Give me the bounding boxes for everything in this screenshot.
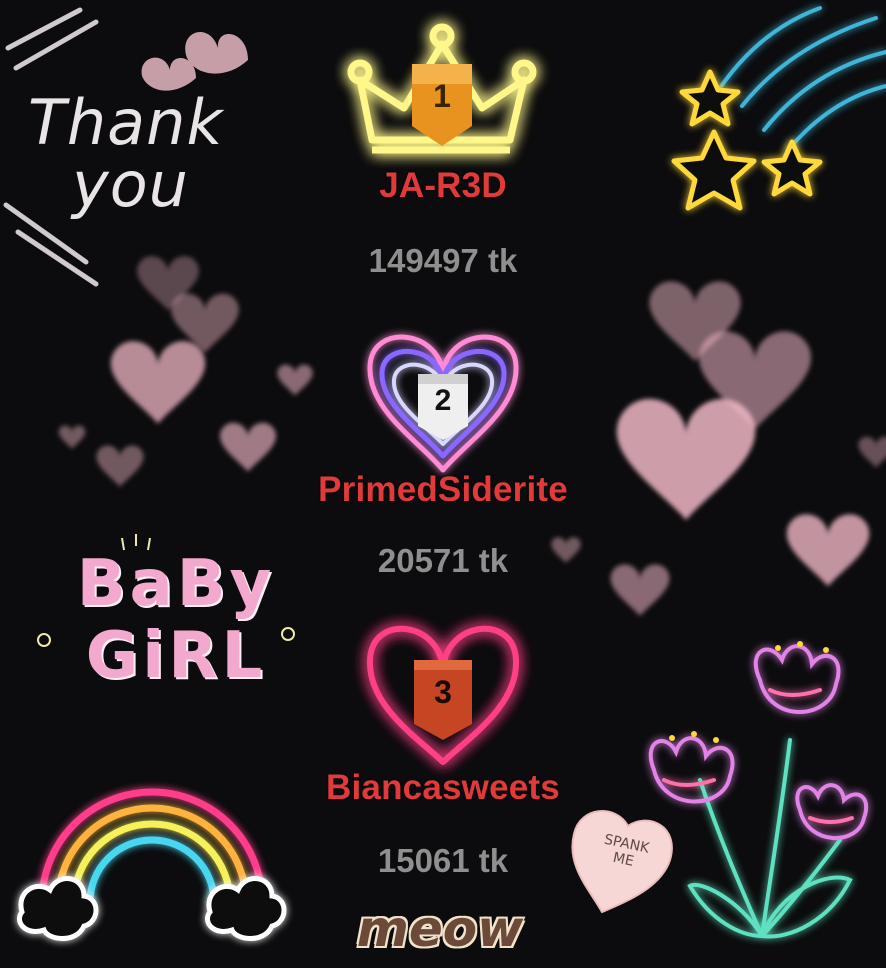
leaderboard-card: Thank you 1 JA-R3D 149497 tk 2 PrimedSid… [0,0,886,968]
meow-text: meow [356,900,524,958]
candy-heart-icon [571,810,673,914]
